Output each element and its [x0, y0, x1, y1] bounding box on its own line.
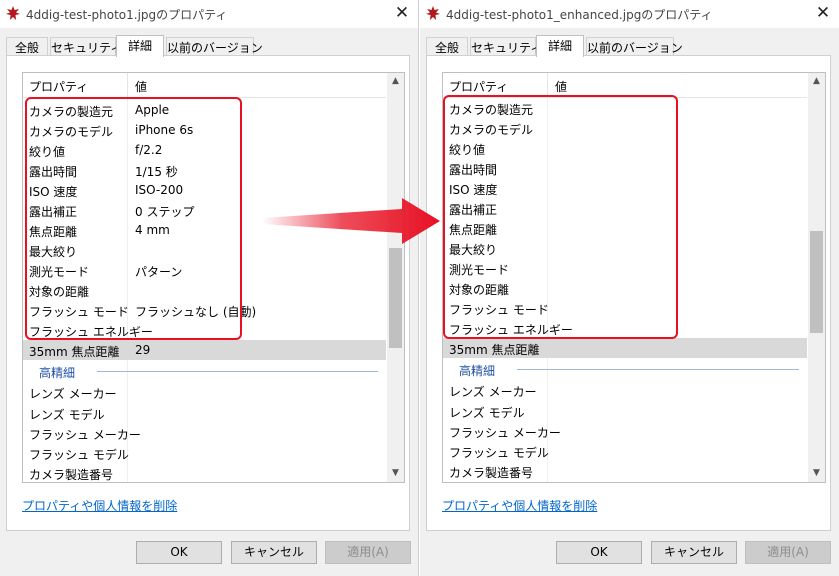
column-header-property[interactable]: プロパティ [29, 78, 88, 95]
property-row[interactable]: カメラ製造番号 [443, 461, 807, 481]
window-title: 4ddig-test-photo1_enhanced.jpgのプロパティ [446, 8, 713, 22]
property-name: レンズ メーカー [29, 387, 117, 401]
remove-properties-link[interactable]: プロパティや個人情報を削除 [442, 497, 597, 514]
property-row[interactable]: フラッシュ メーカー [23, 423, 386, 443]
property-name: レンズ モデル [29, 408, 105, 422]
tab-general[interactable]: 全般 [6, 37, 48, 57]
property-row[interactable]: フラッシュ モデル [23, 443, 386, 463]
apply-button[interactable]: 適用(A) [745, 541, 831, 564]
property-row[interactable]: フラッシュ モデル [443, 441, 807, 461]
group-header-advanced: 高精細 [23, 361, 386, 381]
red-photo-maple-icon [6, 6, 20, 20]
property-row[interactable]: レンズ メーカー [443, 380, 807, 400]
column-header-property[interactable]: プロパティ [449, 78, 508, 95]
column-header-value[interactable]: 値 [555, 78, 567, 95]
column-header-value[interactable]: 値 [135, 78, 147, 95]
ok-button[interactable]: OK [136, 541, 222, 564]
column-header-row: プロパティ 値 [23, 73, 386, 98]
property-row[interactable]: レンズ メーカー [23, 382, 386, 402]
property-name: レンズ モデル [449, 406, 525, 420]
tab-security[interactable]: セキュリティ [50, 37, 122, 57]
property-name: レンズ メーカー [449, 385, 537, 399]
property-row[interactable]: レンズ モデル [443, 401, 807, 421]
highlight-box [443, 95, 678, 339]
property-name: 35mm 焦点距離 [449, 343, 540, 357]
scrollbar-thumb[interactable] [810, 231, 823, 333]
chevron-up-icon[interactable]: ▲ [387, 73, 404, 90]
scrollbar-thumb[interactable] [389, 248, 402, 348]
remove-properties-link[interactable]: プロパティや個人情報を削除 [22, 497, 177, 514]
group-divider [97, 371, 378, 372]
details-panel: プロパティ 値 カメラの製造元 Apple カメラのモデル iPhone 6s 絞り… [6, 55, 410, 531]
properties-dialog-original: 4ddig-test-photo1.jpgのプロパティ ✕ 全般 セキュリティ … [0, 0, 419, 576]
column-divider[interactable] [127, 73, 128, 97]
property-row-selected[interactable]: 35mm 焦点距離 29 [23, 340, 386, 360]
tab-security[interactable]: セキュリティ [470, 37, 542, 57]
chevron-up-icon[interactable]: ▲ [808, 73, 825, 90]
close-icon[interactable]: ✕ [813, 3, 833, 23]
group-divider [517, 369, 799, 370]
title-bar: 4ddig-test-photo1_enhanced.jpgのプロパティ ✕ [420, 0, 839, 28]
property-name: カメラ製造番号 [29, 468, 114, 482]
red-arrow-right [262, 198, 440, 244]
properties-dialog-enhanced: 4ddig-test-photo1_enhanced.jpgのプロパティ ✕ 全… [420, 0, 839, 576]
title-bar: 4ddig-test-photo1.jpgのプロパティ ✕ [0, 0, 418, 28]
property-name: 35mm 焦点距離 [29, 345, 120, 359]
property-row[interactable]: レンズ モデル [23, 403, 386, 423]
property-list[interactable]: プロパティ 値 カメラの製造元 カメラのモデル 絞り値 露出時間 ISO 速度 … [442, 72, 826, 483]
property-row[interactable]: フラッシュ メーカー [443, 421, 807, 441]
property-row[interactable]: カメラ製造番号 [23, 463, 386, 482]
red-photo-maple-icon [426, 6, 440, 20]
column-divider[interactable] [547, 73, 548, 97]
highlight-box [25, 97, 242, 340]
chevron-down-icon[interactable]: ▼ [387, 465, 404, 482]
property-list[interactable]: プロパティ 値 カメラの製造元 Apple カメラのモデル iPhone 6s 絞り… [22, 72, 405, 483]
cancel-button[interactable]: キャンセル [231, 541, 317, 564]
tab-details[interactable]: 詳細 [536, 35, 584, 57]
tab-previous-versions[interactable]: 以前のバージョン [586, 37, 683, 57]
property-row-selected[interactable]: 35mm 焦点距離 [443, 338, 807, 358]
group-label: 高精細 [39, 366, 76, 380]
group-header-advanced: 高精細 [443, 359, 807, 379]
property-name: フラッシュ メーカー [449, 426, 561, 440]
tab-previous-versions[interactable]: 以前のバージョン [166, 37, 263, 57]
group-label: 高精細 [459, 364, 496, 378]
property-name: カメラ製造番号 [449, 466, 534, 480]
cancel-button[interactable]: キャンセル [651, 541, 737, 564]
window-title: 4ddig-test-photo1.jpgのプロパティ [26, 8, 228, 22]
apply-button[interactable]: 適用(A) [325, 541, 411, 564]
tab-general[interactable]: 全般 [426, 37, 468, 57]
property-value: 29 [135, 343, 151, 357]
property-name: フラッシュ メーカー [29, 428, 141, 442]
tab-details[interactable]: 詳細 [116, 35, 164, 57]
chevron-down-icon[interactable]: ▼ [808, 465, 825, 482]
close-icon[interactable]: ✕ [392, 3, 412, 23]
ok-button[interactable]: OK [556, 541, 642, 564]
property-name: フラッシュ モデル [449, 446, 549, 460]
vertical-scrollbar[interactable]: ▲ ▼ [808, 73, 825, 482]
vertical-scrollbar[interactable]: ▲ ▼ [387, 73, 404, 482]
details-panel: プロパティ 値 カメラの製造元 カメラのモデル 絞り値 露出時間 ISO 速度 … [426, 55, 831, 531]
property-name: フラッシュ モデル [29, 448, 129, 462]
